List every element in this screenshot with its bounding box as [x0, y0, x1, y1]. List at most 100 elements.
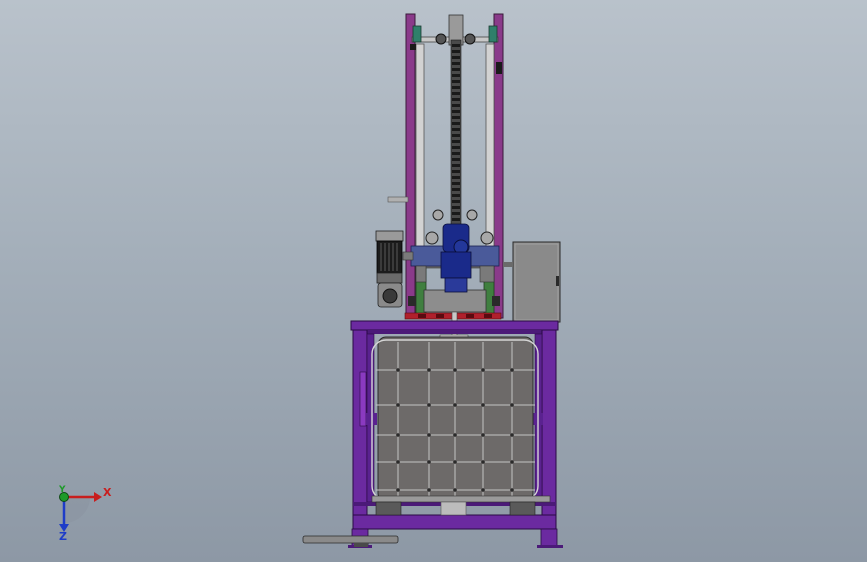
frame-table-top-lip	[353, 330, 556, 334]
carriage-roller-left-upper	[432, 209, 444, 221]
chain-link	[452, 194, 460, 197]
frame-left-side-bracket	[359, 371, 367, 427]
frame-table-top	[350, 320, 559, 331]
right-bracket-bolt	[492, 296, 500, 306]
cage-joint	[510, 368, 514, 372]
chain-link	[452, 152, 460, 155]
axis-triad	[59, 492, 102, 532]
frame-left-leg	[352, 329, 368, 547]
chain-link	[452, 176, 460, 179]
chain-link	[452, 146, 460, 149]
cage-joint	[396, 368, 400, 372]
axis-triad-shadow	[64, 497, 90, 523]
chain-link	[452, 140, 460, 143]
cage-joint	[510, 403, 514, 407]
top-left-sprocket	[435, 33, 447, 45]
carriage-roller-right-upper	[466, 209, 478, 221]
chain-link	[452, 170, 460, 173]
axis-x-arrowhead	[94, 492, 102, 502]
blue-gearbox	[444, 277, 468, 293]
top-right-sprocket	[464, 33, 476, 45]
cage-joint	[510, 488, 514, 492]
left-motor-flange	[376, 272, 403, 284]
carriage-base-plate	[423, 289, 487, 313]
cage-joint	[481, 433, 485, 437]
cage-joint	[396, 488, 400, 492]
tank-pallet	[371, 495, 551, 503]
left-clamp-block	[415, 265, 427, 283]
cage-joint	[453, 403, 457, 407]
chain-link	[452, 50, 460, 53]
blue-motor-body	[440, 251, 472, 279]
chain-link	[452, 74, 460, 77]
cage-joint	[481, 403, 485, 407]
chain-link	[452, 86, 460, 89]
machine-assembly-drawing	[59, 13, 563, 548]
chain-link	[452, 188, 460, 191]
axis-z-label: Z	[59, 530, 67, 543]
right-clamp-block	[479, 265, 495, 283]
ibc-tank	[371, 336, 551, 516]
chain-link	[452, 128, 460, 131]
cage-joint	[453, 460, 457, 464]
chain-link	[452, 158, 460, 161]
chain-link	[452, 44, 460, 47]
left-gearbox-output	[382, 288, 398, 304]
right-upright	[493, 13, 504, 319]
chain-link	[452, 122, 460, 125]
control-box-handle	[556, 276, 559, 286]
cage-joint	[396, 460, 400, 464]
chain-link	[452, 200, 460, 203]
left-bracket-bolt	[408, 296, 416, 306]
cage-joint	[453, 488, 457, 492]
chain-link	[452, 92, 460, 95]
cage-joint	[453, 433, 457, 437]
chain-link	[452, 56, 460, 59]
chain-link	[452, 212, 460, 215]
frame-bottom-beam	[352, 514, 557, 530]
floor-plate-bolt	[354, 543, 368, 547]
chain-link	[452, 110, 460, 113]
cad-viewport[interactable]: X Y Z	[0, 0, 867, 562]
carriage-left-shaft	[402, 251, 414, 261]
cage-joint	[396, 403, 400, 407]
tank-right-support	[509, 501, 536, 516]
left-side-arm	[387, 196, 409, 203]
control-box-mount	[503, 262, 513, 267]
cage-joint	[481, 460, 485, 464]
tank-left-support	[375, 501, 402, 516]
left-side-bolt	[410, 44, 416, 50]
cage-joint	[427, 368, 431, 372]
cage-joint	[427, 403, 431, 407]
top-right-bearing	[488, 25, 498, 43]
tank-center-support	[440, 501, 467, 516]
axis-y-label: Y	[59, 485, 66, 495]
cage-joint	[453, 368, 457, 372]
frame-right-leg	[541, 329, 557, 547]
frame-right-foot	[540, 528, 558, 547]
electric-control-box	[503, 241, 561, 323]
chain-link	[452, 182, 460, 185]
chain-link	[452, 104, 460, 107]
axis-x-label: X	[103, 486, 112, 499]
frame-right-foot-pad	[537, 545, 563, 548]
chain-link	[452, 80, 460, 83]
chain-link	[452, 218, 460, 221]
chain-link	[452, 116, 460, 119]
cage-joint	[427, 460, 431, 464]
chain-link	[452, 134, 460, 137]
cage-joint	[427, 433, 431, 437]
cage-joint	[396, 433, 400, 437]
chain-link	[452, 68, 460, 71]
cage-joint	[510, 433, 514, 437]
chain-link	[452, 206, 460, 209]
cage-joint	[481, 368, 485, 372]
cage-joint	[510, 460, 514, 464]
top-left-bearing	[412, 25, 422, 43]
chain-link	[452, 164, 460, 167]
carriage-roller-left-lower	[425, 231, 439, 245]
chain-link	[452, 98, 460, 101]
carriage-roller-right-lower	[480, 231, 494, 245]
cage-joint	[481, 488, 485, 492]
left-upright	[405, 13, 416, 319]
